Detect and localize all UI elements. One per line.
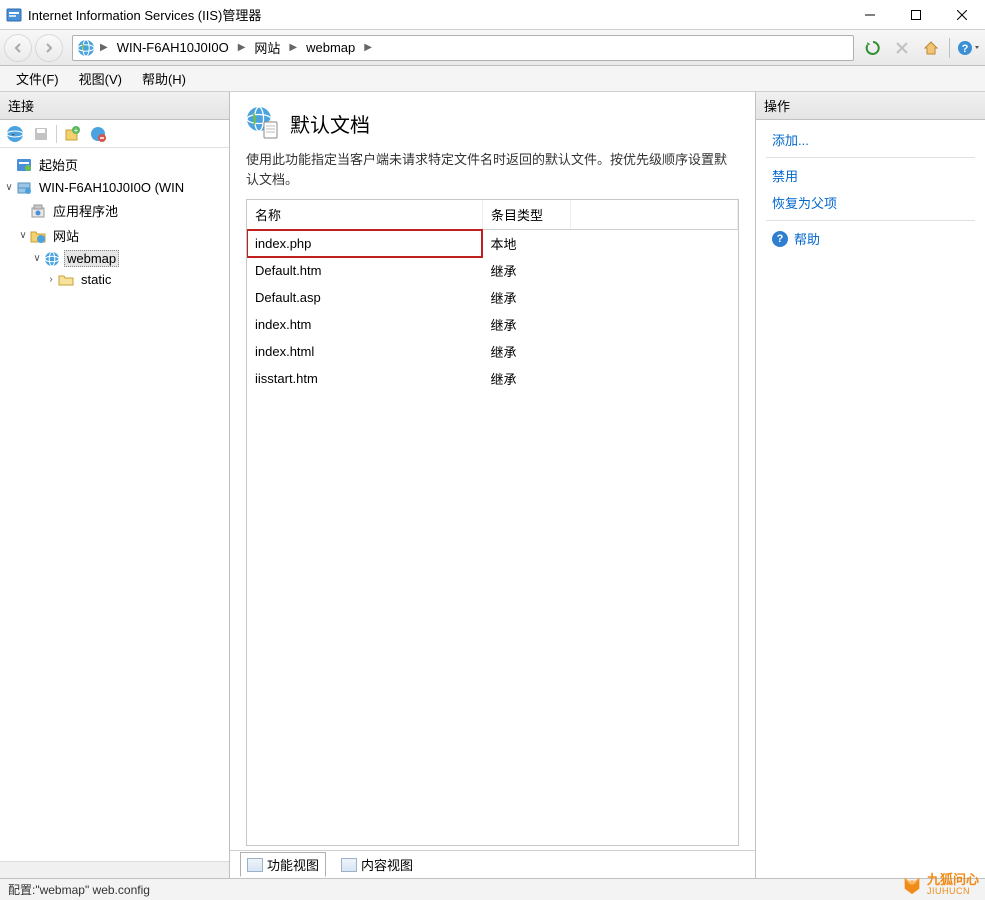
separator [766, 220, 975, 221]
column-spacer [571, 200, 738, 230]
feature-title: 默认文档 [290, 109, 370, 138]
feature-pane: 默认文档 使用此功能指定当客户端未请求特定文件名时返回的默认文件。按优先级顺序设… [230, 92, 755, 878]
breadcrumb-server[interactable]: WIN-F6AH10J0I0O [111, 36, 235, 60]
server-icon [16, 180, 32, 196]
chevron-right-icon: ▶ [361, 42, 375, 53]
svg-text:+: + [74, 126, 79, 135]
table-row[interactable]: Default.htm继承 [247, 257, 738, 284]
breadcrumb[interactable]: ▶ WIN-F6AH10J0I0O ▶ 网站 ▶ webmap ▶ [72, 35, 854, 61]
start-page-icon [16, 157, 32, 173]
horizontal-scrollbar[interactable] [0, 861, 229, 878]
tree-app-pools[interactable]: 应用程序池 [2, 198, 227, 223]
tree-server[interactable]: ∨ WIN-F6AH10J0I0O (WIN [2, 177, 227, 198]
action-revert[interactable]: 恢复为父项 [756, 189, 985, 216]
breadcrumb-sites[interactable]: 网站 [248, 36, 286, 60]
help-dropdown-button[interactable]: ? [955, 36, 981, 60]
table-row[interactable]: index.htm继承 [247, 311, 738, 338]
window-title: Internet Information Services (IIS)管理器 [28, 5, 847, 24]
maximize-button[interactable] [893, 0, 939, 30]
chevron-right-icon: ▶ [235, 42, 249, 53]
action-disable[interactable]: 禁用 [756, 162, 985, 189]
connections-pane: 连接 + 起始页 ∨ WIN-F6AH10J0I0O (WIN 应用程序池 [0, 92, 230, 878]
address-bar: ▶ WIN-F6AH10J0I0O ▶ 网站 ▶ webmap ▶ ? [0, 30, 985, 66]
action-add[interactable]: 添加... [756, 126, 985, 153]
separator [766, 157, 975, 158]
default-document-icon [246, 106, 280, 140]
column-entry-type[interactable]: 条目类型 [482, 200, 570, 230]
tab-features-view[interactable]: 功能视图 [240, 852, 326, 877]
collapse-icon[interactable]: ∨ [16, 230, 30, 241]
add-connection-icon[interactable]: + [61, 123, 83, 145]
actions-pane: 操作 添加... 禁用 恢复为父项 ? 帮助 [755, 92, 985, 878]
home-button[interactable] [918, 36, 944, 60]
app-pools-icon [30, 203, 46, 219]
features-view-icon [247, 858, 263, 872]
connections-header: 连接 [0, 92, 229, 120]
default-documents-table[interactable]: 名称 条目类型 index.php本地 Default.htm继承 Defaul… [247, 200, 738, 392]
separator [949, 38, 950, 58]
globe-icon [77, 39, 95, 57]
tab-content-view[interactable]: 内容视图 [334, 852, 420, 877]
sites-folder-icon [30, 228, 46, 244]
expand-icon[interactable]: › [44, 274, 58, 285]
chevron-right-icon: ▶ [97, 42, 111, 53]
collapse-icon[interactable]: ∨ [30, 253, 44, 264]
column-name[interactable]: 名称 [247, 200, 482, 230]
status-text: 配置:"webmap" web.config [8, 881, 150, 898]
tree-site-webmap[interactable]: ∨ webmap [2, 248, 227, 269]
save-icon[interactable] [30, 123, 52, 145]
connect-icon[interactable] [4, 123, 26, 145]
close-button[interactable] [939, 0, 985, 30]
connections-toolbar: + [0, 120, 229, 148]
app-icon [6, 7, 22, 23]
status-bar: 配置:"webmap" web.config [0, 878, 985, 900]
fox-icon [901, 874, 923, 896]
remove-connection-icon[interactable] [87, 123, 109, 145]
svg-text:?: ? [962, 43, 969, 55]
stop-button[interactable] [889, 36, 915, 60]
refresh-button[interactable] [860, 36, 886, 60]
table-row[interactable]: index.php本地 [247, 230, 738, 258]
collapse-icon[interactable]: ∨ [2, 182, 16, 193]
tree-sites[interactable]: ∨ 网站 [2, 223, 227, 248]
table-row[interactable]: index.html继承 [247, 338, 738, 365]
breadcrumb-webmap[interactable]: webmap [300, 36, 361, 60]
separator [56, 125, 57, 143]
view-tabs: 功能视图 内容视图 [230, 850, 755, 878]
chevron-right-icon: ▶ [286, 42, 300, 53]
site-icon [44, 251, 60, 267]
minimize-button[interactable] [847, 0, 893, 30]
menu-help[interactable]: 帮助(H) [132, 66, 196, 91]
content-view-icon [341, 858, 357, 872]
table-row[interactable]: iisstart.htm继承 [247, 365, 738, 392]
action-help[interactable]: ? 帮助 [756, 225, 985, 252]
menu-bar: 文件(F) 视图(V) 帮助(H) [0, 66, 985, 92]
actions-header: 操作 [756, 92, 985, 120]
watermark: 九狐问心 JIUHUCN [901, 873, 979, 896]
tree-folder-static[interactable]: › static [2, 269, 227, 290]
back-button[interactable] [4, 34, 32, 62]
title-bar: Internet Information Services (IIS)管理器 [0, 0, 985, 30]
tree-start-page[interactable]: 起始页 [2, 152, 227, 177]
feature-description: 使用此功能指定当客户端未请求特定文件名时返回的默认文件。按优先级顺序设置默认文档… [246, 150, 739, 189]
menu-view[interactable]: 视图(V) [69, 66, 132, 91]
table-row[interactable]: Default.asp继承 [247, 284, 738, 311]
forward-button[interactable] [35, 34, 63, 62]
folder-icon [58, 272, 74, 288]
menu-file[interactable]: 文件(F) [6, 66, 69, 91]
help-icon: ? [772, 231, 788, 247]
connections-tree[interactable]: 起始页 ∨ WIN-F6AH10J0I0O (WIN 应用程序池 ∨ 网站 ∨ [0, 148, 229, 861]
